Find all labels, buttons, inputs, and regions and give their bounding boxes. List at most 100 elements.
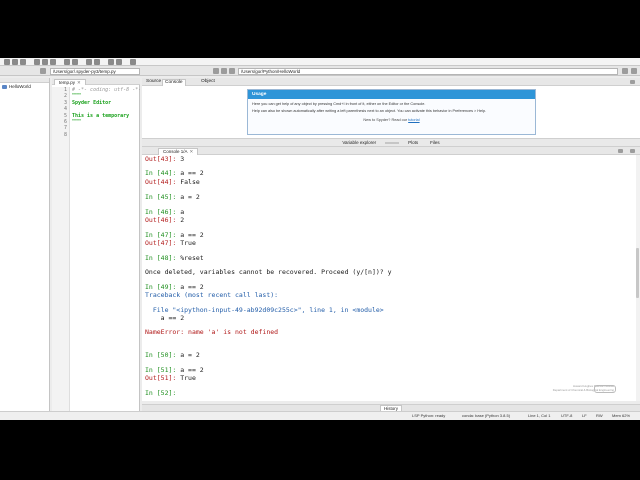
- usage-title: Usage: [248, 90, 535, 99]
- close-icon[interactable]: ✕: [77, 80, 81, 85]
- console-line: NameError: name 'a' is not defined: [145, 328, 278, 336]
- console-line: Out[47]: True: [145, 239, 196, 247]
- status-lsp: LSP Python: ready: [412, 413, 446, 418]
- console-text: True: [176, 239, 196, 247]
- usage-footer-text: New to Spyder? Read our: [363, 118, 408, 122]
- console-prompt: Out[46]:: [145, 216, 177, 224]
- console-line: Once deleted, variables cannot be recove…: [145, 268, 392, 276]
- parent-folder-icon[interactable]: [631, 68, 637, 74]
- line-number: 8: [63, 131, 67, 138]
- console-text: a == 2: [176, 169, 204, 177]
- tab-variable-explorer[interactable]: Variable explorer: [339, 140, 379, 146]
- console-text: a: [176, 208, 185, 216]
- tab-plots[interactable]: Plots: [405, 140, 421, 146]
- console-line: In [49]: a == 2: [145, 283, 204, 291]
- maximize-pane-icon[interactable]: [86, 59, 92, 65]
- console-line: In [46]: a: [145, 208, 184, 216]
- help-tab-object[interactable]: Object: [199, 79, 217, 85]
- working-dir-forward-icon[interactable]: [221, 68, 227, 74]
- usage-footer: New to Spyder? Read our tutorial: [248, 118, 535, 122]
- console-text: True: [176, 374, 196, 382]
- watermark-logo: [594, 385, 616, 393]
- working-dir-icon[interactable]: [130, 59, 136, 65]
- console-prompt: In [44]:: [145, 169, 177, 177]
- folder-icon: [2, 84, 7, 89]
- console-line: In [44]: a == 2: [145, 169, 204, 177]
- spyder-window: /Users/gor/.spyder-py3/temp.py /Users/go…: [0, 58, 640, 420]
- console-text: File "<ipython-input-49-ab92d09c255c>", …: [145, 306, 384, 314]
- console-header: Console 1/A ✕: [142, 147, 640, 155]
- working-dir-up-icon[interactable]: [229, 68, 235, 74]
- console-scroll-thumb[interactable]: [636, 248, 639, 298]
- console-text: a = 2: [176, 193, 200, 201]
- working-directory-field[interactable]: /Users/gor/Python/HelloWorld: [238, 68, 618, 75]
- console-prompt: In [51]:: [145, 366, 177, 374]
- console-tab[interactable]: Console 1/A ✕: [158, 148, 199, 155]
- console-text: a == 2: [176, 283, 204, 291]
- fullscreen-icon[interactable]: [94, 59, 100, 65]
- path-row: /Users/gor/.spyder-py3/temp.py /Users/go…: [0, 66, 640, 76]
- console-prompt: Out[43]:: [145, 155, 177, 163]
- editor-path-field[interactable]: /Users/gor/.spyder-py3/temp.py: [50, 68, 140, 75]
- console-line: In [45]: a = 2: [145, 193, 200, 201]
- tab-help-active[interactable]: [385, 141, 400, 144]
- status-bar: LSP Python: ready conda: base (Python 3.…: [0, 411, 640, 420]
- ipython-console[interactable]: Out[43]: 3 In [44]: a == 2 Out[44]: False I…: [142, 155, 636, 401]
- console-text: %reset: [176, 254, 204, 262]
- project-explorer: HelloWorld: [0, 78, 50, 420]
- help-panel: Usage Here you can get help of any objec…: [142, 86, 640, 139]
- open-file-icon[interactable]: [12, 59, 18, 65]
- usage-box: Usage Here you can get help of any objec…: [247, 89, 536, 135]
- console-prompt: In [48]:: [145, 254, 177, 262]
- stop-kernel-icon[interactable]: [618, 149, 623, 153]
- run-icon[interactable]: [34, 59, 40, 65]
- console-text: a == 2: [145, 314, 185, 322]
- browse-folder-icon[interactable]: [622, 68, 628, 74]
- step-icon[interactable]: [72, 59, 78, 65]
- console-line: Out[51]: True: [145, 374, 196, 382]
- preferences-icon[interactable]: [108, 59, 114, 65]
- editor-pane: temp.py ✕ 12345678 # -*- coding: utf-8 -…: [52, 78, 140, 420]
- save-icon[interactable]: [20, 59, 26, 65]
- console-line: In [48]: %reset: [145, 254, 204, 262]
- tutorial-link[interactable]: tutorial: [408, 118, 419, 122]
- console-line: File "<ipython-input-49-ab92d09c255c>", …: [145, 306, 384, 314]
- console-line: In [50]: a = 2: [145, 351, 200, 359]
- debug-icon[interactable]: [50, 59, 56, 65]
- console-text: a == 2: [176, 231, 204, 239]
- console-prompt: In [49]:: [145, 283, 177, 291]
- console-text: Traceback (most recent call last):: [145, 291, 279, 299]
- explorer-tabbar: [0, 78, 49, 83]
- console-options-icon[interactable]: [630, 149, 635, 153]
- back-arrow-icon[interactable]: [40, 68, 46, 74]
- new-file-icon[interactable]: [4, 59, 10, 65]
- help-tab-console[interactable]: Console: [162, 79, 186, 86]
- code-line: # -*- coding: utf-8 -*-: [72, 87, 140, 93]
- project-item-helloworld[interactable]: HelloWorld: [2, 84, 31, 89]
- console-text: 2: [176, 216, 185, 224]
- console-prompt: In [45]:: [145, 193, 177, 201]
- status-memory: Mem 62%: [612, 413, 631, 418]
- working-dir-back-icon[interactable]: [213, 68, 219, 74]
- editor-tab-label: temp.py: [59, 80, 76, 85]
- help-options-icon[interactable]: [630, 80, 635, 84]
- run-cell-icon[interactable]: [42, 59, 48, 65]
- status-permissions: RW: [596, 413, 603, 418]
- console-prompt: Out[47]:: [145, 239, 177, 247]
- console-text: False: [176, 178, 200, 186]
- python-path-icon[interactable]: [116, 59, 122, 65]
- editor-tabbar: temp.py ✕: [52, 78, 140, 85]
- stop-icon[interactable]: [64, 59, 70, 65]
- console-prompt: In [47]:: [145, 231, 177, 239]
- console-line: Out[46]: 2: [145, 216, 184, 224]
- console-text: 3: [176, 155, 185, 163]
- status-eol: LF: [582, 413, 587, 418]
- console-line: a == 2: [145, 314, 185, 322]
- help-tab-source[interactable]: Source: [144, 79, 163, 85]
- console-prompt: In [50]:: [145, 351, 177, 359]
- console-prompt: Out[51]:: [145, 374, 177, 382]
- editor-tab-temp[interactable]: temp.py ✕: [54, 79, 86, 85]
- tab-files[interactable]: Files: [427, 140, 443, 146]
- code-area[interactable]: # -*- coding: utf-8 -*- """ Spyder Editor …: [72, 87, 140, 138]
